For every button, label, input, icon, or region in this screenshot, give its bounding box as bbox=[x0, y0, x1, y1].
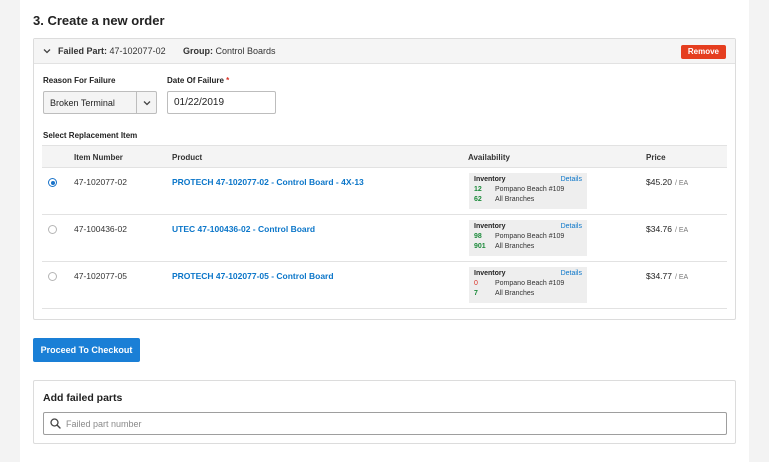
location-local: Pompano Beach #109 bbox=[495, 233, 565, 240]
location-local: Pompano Beach #109 bbox=[495, 280, 565, 287]
reason-label: Reason For Failure bbox=[43, 76, 116, 85]
table-row[interactable]: 47-102077-02 PROTECH 47-102077-02 - Cont… bbox=[42, 168, 727, 215]
location-all: All Branches bbox=[495, 290, 535, 297]
required-mark: * bbox=[226, 76, 230, 85]
failed-part-value: 47-102077-02 bbox=[109, 46, 166, 56]
date-of-failure-input[interactable] bbox=[167, 91, 276, 114]
product-link[interactable]: UTEC 47-100436-02 - Control Board bbox=[172, 224, 315, 234]
qty-local: 0 bbox=[474, 280, 478, 287]
failed-part-search[interactable] bbox=[43, 412, 727, 435]
inventory-label: Inventory bbox=[474, 270, 506, 277]
header-price: Price bbox=[646, 153, 666, 162]
proceed-to-checkout-button[interactable]: Proceed To Checkout bbox=[33, 338, 140, 362]
details-link[interactable]: Details bbox=[561, 270, 582, 277]
price: $34.76/ EA bbox=[646, 224, 688, 234]
product-link[interactable]: PROTECH 47-102077-02 - Control Board - 4… bbox=[172, 177, 364, 187]
location-local: Pompano Beach #109 bbox=[495, 186, 565, 193]
details-link[interactable]: Details bbox=[561, 176, 582, 183]
group-value: Control Boards bbox=[215, 46, 276, 56]
date-label: Date Of Failure * bbox=[167, 76, 229, 85]
group-label: Group: bbox=[183, 46, 213, 56]
failed-part-label: Failed Part: bbox=[58, 46, 108, 56]
reason-select[interactable]: Broken Terminal bbox=[43, 91, 157, 114]
qty-all: 62 bbox=[474, 196, 482, 203]
replacement-table-title: Select Replacement Item bbox=[43, 131, 138, 140]
inventory-box: Inventory Details 12 Pompano Beach #109 … bbox=[469, 173, 587, 209]
location-all: All Branches bbox=[495, 243, 535, 250]
section-title: 3. Create a new order bbox=[33, 13, 165, 28]
remove-button[interactable]: Remove bbox=[680, 45, 726, 59]
price: $45.20/ EA bbox=[646, 177, 688, 187]
inventory-box: Inventory Details 98 Pompano Beach #109 … bbox=[469, 220, 587, 256]
qty-local: 98 bbox=[474, 233, 482, 240]
table-row[interactable]: 47-102077-05 PROTECH 47-102077-05 - Cont… bbox=[42, 262, 727, 309]
group-info: Group: Control Boards bbox=[183, 46, 276, 56]
table-row[interactable]: 47-100436-02 UTEC 47-100436-02 - Control… bbox=[42, 215, 727, 262]
failed-part-number-input[interactable] bbox=[66, 414, 721, 433]
product-link[interactable]: PROTECH 47-102077-05 - Control Board bbox=[172, 271, 334, 281]
order-panel: 3. Create a new order Failed Part: 47-10… bbox=[20, 0, 749, 462]
reason-select-value: Broken Terminal bbox=[50, 98, 115, 108]
header-availability: Availability bbox=[468, 153, 510, 162]
qty-local: 12 bbox=[474, 186, 482, 193]
price-value: $45.20 bbox=[646, 177, 672, 187]
date-label-text: Date Of Failure bbox=[167, 76, 224, 85]
add-failed-parts-card: Add failed parts bbox=[33, 380, 736, 444]
add-failed-parts-title: Add failed parts bbox=[43, 392, 123, 404]
select-arrow[interactable] bbox=[136, 92, 156, 113]
chevron-down-icon bbox=[143, 101, 151, 106]
details-link[interactable]: Details bbox=[561, 223, 582, 230]
price: $34.77/ EA bbox=[646, 271, 688, 281]
qty-all: 7 bbox=[474, 290, 478, 297]
inventory-label: Inventory bbox=[474, 176, 506, 183]
row-radio[interactable] bbox=[48, 272, 57, 281]
item-number: 47-100436-02 bbox=[74, 224, 127, 234]
price-value: $34.77 bbox=[646, 271, 672, 281]
item-number: 47-102077-02 bbox=[74, 177, 127, 187]
inventory-box: Inventory Details 0 Pompano Beach #109 7… bbox=[469, 267, 587, 303]
table-header: Item Number Product Availability Price bbox=[42, 145, 727, 168]
price-value: $34.76 bbox=[646, 224, 672, 234]
chevron-down-icon[interactable] bbox=[43, 47, 51, 55]
inventory-label: Inventory bbox=[474, 223, 506, 230]
row-radio[interactable] bbox=[48, 225, 57, 234]
row-radio-selected[interactable] bbox=[48, 178, 57, 187]
failed-part-header[interactable]: Failed Part: 47-102077-02 Group: Control… bbox=[34, 39, 735, 64]
item-number: 47-102077-05 bbox=[74, 271, 127, 281]
price-unit: / EA bbox=[675, 274, 689, 281]
failed-part-info: Failed Part: 47-102077-02 bbox=[58, 46, 166, 56]
failed-part-card: Failed Part: 47-102077-02 Group: Control… bbox=[33, 38, 736, 320]
qty-all: 901 bbox=[474, 243, 486, 250]
location-all: All Branches bbox=[495, 196, 535, 203]
header-product: Product bbox=[172, 153, 203, 162]
search-icon bbox=[50, 418, 61, 429]
header-item-number: Item Number bbox=[74, 153, 123, 162]
price-unit: / EA bbox=[675, 227, 689, 234]
price-unit: / EA bbox=[675, 180, 689, 187]
